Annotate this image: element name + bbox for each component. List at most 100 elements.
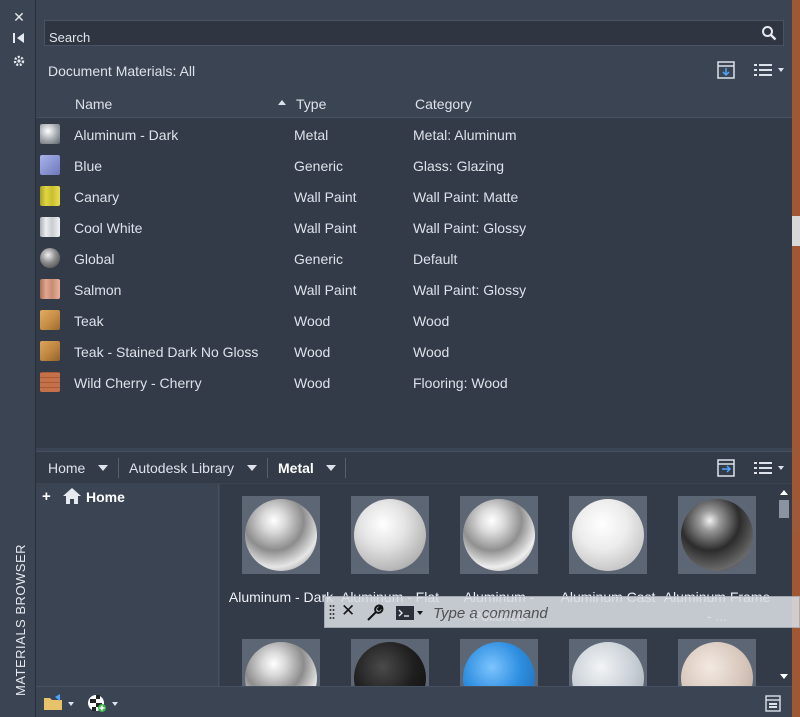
material-category: Wall Paint: Matte xyxy=(413,189,519,205)
palette-title-text: MATERIALS BROWSER xyxy=(13,543,28,696)
material-sphere xyxy=(572,499,644,571)
table-row[interactable]: Salmon Wall Paint Wall Paint: Glossy xyxy=(36,274,792,305)
material-preview xyxy=(242,496,320,574)
material-sphere xyxy=(463,642,535,686)
chevron-down-icon[interactable] xyxy=(247,465,257,471)
material-sphere xyxy=(245,499,317,571)
material-type: Wall Paint xyxy=(294,220,357,236)
material-sphere xyxy=(354,642,426,686)
material-name: Cool White xyxy=(74,220,143,236)
library-panel-icon[interactable] xyxy=(716,458,736,478)
table-row[interactable]: Teak - Stained Dark No Gloss Wood Wood xyxy=(36,336,792,367)
material-sphere xyxy=(463,499,535,571)
grip-handle-icon[interactable] xyxy=(329,603,335,623)
close-icon[interactable]: ✕ xyxy=(10,8,28,26)
material-sphere xyxy=(354,499,426,571)
home-icon xyxy=(63,488,81,504)
material-category: Wood xyxy=(413,313,450,329)
material-type: Wall Paint xyxy=(294,282,357,298)
library-material-grid: Aluminum - Dark Aluminum - Flat Aluminum… xyxy=(220,484,776,686)
bottom-toolbar xyxy=(36,686,792,717)
material-preview xyxy=(460,639,538,686)
library-settings-icon[interactable] xyxy=(764,693,782,713)
autohide-icon[interactable] xyxy=(10,31,28,49)
column-header-name[interactable]: Name xyxy=(75,96,112,112)
scroll-up-icon[interactable] xyxy=(780,490,788,495)
material-preview xyxy=(678,496,756,574)
material-swatch xyxy=(40,155,60,175)
material-type: Wood xyxy=(294,313,331,329)
document-materials-title[interactable]: Document Materials: All xyxy=(48,63,195,79)
view-options-icon[interactable] xyxy=(752,61,788,79)
chevron-down-icon[interactable] xyxy=(326,465,336,471)
material-sphere xyxy=(681,499,753,571)
material-preview xyxy=(569,496,647,574)
create-material-menu-icon[interactable] xyxy=(86,693,122,713)
table-row[interactable]: Wild Cherry - Cherry Wood Flooring: Wood xyxy=(36,367,792,398)
table-row[interactable]: Global Generic Default xyxy=(36,243,792,274)
breadcrumb-autodesk-library[interactable]: Autodesk Library xyxy=(129,460,234,476)
table-row[interactable]: Aluminum - Dark Metal Metal: Aluminum xyxy=(36,119,792,150)
scroll-thumb[interactable] xyxy=(779,500,789,518)
library-bar: Home Autodesk Library Metal xyxy=(36,451,792,483)
wrench-icon[interactable] xyxy=(365,603,385,623)
table-row[interactable]: Blue Generic Glass: Glazing xyxy=(36,150,792,181)
library-view-options-icon[interactable] xyxy=(752,459,788,477)
column-header-type[interactable]: Type xyxy=(296,96,326,112)
material-name: Blue xyxy=(74,158,103,174)
material-swatch xyxy=(40,124,60,144)
material-sphere xyxy=(681,642,753,686)
material-name: Aluminum - Dark xyxy=(74,127,179,143)
search-box xyxy=(44,20,784,46)
material-type: Generic xyxy=(294,158,344,174)
command-input[interactable] xyxy=(433,601,793,625)
material-type: Metal xyxy=(294,127,329,143)
table-row[interactable]: Teak Wood Wood xyxy=(36,305,792,336)
chevron-down-icon[interactable] xyxy=(98,465,108,471)
sort-ascending-icon xyxy=(278,100,286,105)
material-category: Wall Paint: Glossy xyxy=(413,220,527,236)
material-name: Salmon xyxy=(74,282,122,298)
material-name: Wild Cherry - Cherry xyxy=(74,375,202,391)
document-materials-bar: Document Materials: All xyxy=(36,56,792,86)
table-header: Name Type Category xyxy=(36,88,792,118)
material-swatch xyxy=(40,248,60,268)
material-swatch xyxy=(40,279,60,299)
tree-item-home[interactable]: Home xyxy=(86,489,125,505)
create-material-icon[interactable] xyxy=(716,60,736,80)
breadcrumb-home[interactable]: Home xyxy=(48,460,85,476)
material-tile-name: Aluminum - Dark xyxy=(228,589,334,605)
search-input[interactable] xyxy=(45,21,745,45)
divider xyxy=(118,458,119,478)
material-preview xyxy=(351,496,429,574)
expand-icon[interactable]: + xyxy=(42,488,51,505)
material-preview xyxy=(242,639,320,686)
column-header-category[interactable]: Category xyxy=(415,96,472,112)
material-preview xyxy=(460,496,538,574)
table-row[interactable]: Cool White Wall Paint Wall Paint: Glossy xyxy=(36,212,792,243)
document-materials-table: Name Type Category Aluminum - Dark Metal… xyxy=(36,88,792,448)
library-scrollbar[interactable] xyxy=(776,484,792,686)
table-row[interactable]: Canary Wall Paint Wall Paint: Matte xyxy=(36,181,792,212)
material-swatch xyxy=(40,310,60,330)
material-type: Wood xyxy=(294,375,331,391)
material-type: Wall Paint xyxy=(294,189,357,205)
search-icon[interactable] xyxy=(761,25,777,41)
command-prompt-icon[interactable] xyxy=(395,603,425,623)
palette-title-strip: ✕ MATERIALS BROWSER xyxy=(0,0,36,717)
material-type: Wood xyxy=(294,344,331,360)
material-type: Generic xyxy=(294,251,344,267)
material-category: Glass: Glazing xyxy=(413,158,505,174)
material-category: Default xyxy=(413,251,458,267)
gear-icon[interactable] xyxy=(10,54,28,72)
material-sphere xyxy=(572,642,644,686)
manage-library-icon[interactable] xyxy=(42,693,78,713)
close-icon[interactable]: ✕ xyxy=(341,601,355,621)
library-tree: + Home xyxy=(36,484,219,686)
material-name: Global xyxy=(74,251,115,267)
breadcrumb-metal[interactable]: Metal xyxy=(278,460,314,476)
scroll-down-icon[interactable] xyxy=(780,674,788,679)
divider xyxy=(345,458,346,478)
divider xyxy=(267,458,268,478)
material-preview xyxy=(569,639,647,686)
